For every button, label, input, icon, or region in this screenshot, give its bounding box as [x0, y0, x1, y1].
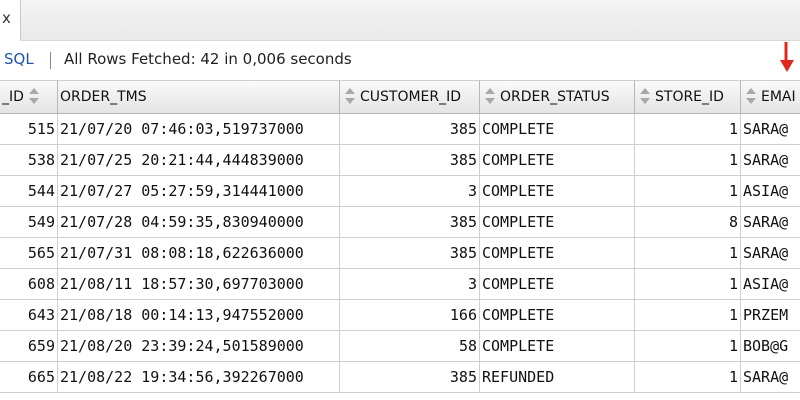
cell-customer-id[interactable]: 385	[340, 114, 480, 144]
cell-customer-id[interactable]: 58	[340, 331, 480, 361]
cell-order-tms[interactable]: 21/07/20 07:46:03,519737000	[58, 114, 340, 144]
table-row[interactable]: 643 21/08/18 00:14:13,947552000 166 COMPLET…	[0, 300, 800, 331]
sort-arrows-icon[interactable]	[484, 86, 496, 106]
cell-order-id[interactable]: 515	[0, 114, 58, 144]
table-row[interactable]: 608 21/08/11 18:57:30,697703000 3 COMPLETE 1…	[0, 269, 800, 300]
cell-order-status[interactable]: COMPLETE	[480, 207, 635, 237]
cell-store-id[interactable]: 1	[635, 176, 741, 206]
editor-tab[interactable]: x	[0, 0, 21, 41]
table-row[interactable]: 538 21/07/25 20:21:44,444839000 385 COMPLET…	[0, 145, 800, 176]
cell-email[interactable]: SARA@	[741, 207, 800, 237]
cell-customer-id[interactable]: 3	[340, 176, 480, 206]
table-row[interactable]: 565 21/07/31 08:08:18,622636000 385 COMPLET…	[0, 238, 800, 269]
cell-order-tms[interactable]: 21/08/22 19:34:56,392267000	[58, 362, 340, 392]
column-header-label: ORDER_STATUS	[500, 89, 610, 105]
column-header-label: CUSTOMER_ID	[360, 89, 462, 105]
red-arrow-icon	[780, 42, 794, 72]
cell-store-id[interactable]: 1	[635, 238, 741, 268]
cell-order-id[interactable]: 544	[0, 176, 58, 206]
cell-order-tms[interactable]: 21/07/28 04:59:35,830940000	[58, 207, 340, 237]
sort-arrows-icon[interactable]	[344, 86, 356, 106]
cell-order-status[interactable]: REFUNDED	[480, 362, 635, 392]
cell-customer-id[interactable]: 385	[340, 145, 480, 175]
cell-store-id[interactable]: 1	[635, 300, 741, 330]
column-header-store-id[interactable]: STORE_ID	[635, 80, 741, 114]
cell-order-id[interactable]: 665	[0, 362, 58, 392]
cell-email[interactable]: ASIA@	[741, 176, 800, 206]
column-header-label: ORDER_TMS	[60, 89, 147, 105]
cell-order-id[interactable]: 538	[0, 145, 58, 175]
cell-order-status[interactable]: COMPLETE	[480, 331, 635, 361]
cell-order-tms[interactable]: 21/07/25 20:21:44,444839000	[58, 145, 340, 175]
cell-order-id[interactable]: 565	[0, 238, 58, 268]
cell-order-tms[interactable]: 21/08/11 18:57:30,697703000	[58, 269, 340, 299]
cell-customer-id[interactable]: 166	[340, 300, 480, 330]
cell-customer-id[interactable]: 3	[340, 269, 480, 299]
cell-email[interactable]: SARA@	[741, 145, 800, 175]
cell-order-tms[interactable]: 21/07/27 05:27:59,314441000	[58, 176, 340, 206]
results-toolbar: SQL All Rows Fetched: 42 in 0,006 second…	[0, 41, 800, 79]
column-header-label: STORE_ID	[655, 89, 724, 105]
table-row[interactable]: 665 21/08/22 19:34:56,392267000 385 REFUNDE…	[0, 362, 800, 393]
cell-customer-id[interactable]: 385	[340, 362, 480, 392]
cell-customer-id[interactable]: 385	[340, 207, 480, 237]
cell-order-tms[interactable]: 21/07/31 08:08:18,622636000	[58, 238, 340, 268]
table-row[interactable]: 659 21/08/20 23:39:24,501589000 58 COMPLETE…	[0, 331, 800, 362]
cell-store-id[interactable]: 1	[635, 362, 741, 392]
cell-order-tms[interactable]: 21/08/18 00:14:13,947552000	[58, 300, 340, 330]
column-header-label: _ID	[2, 89, 24, 105]
cell-store-id[interactable]: 1	[635, 114, 741, 144]
cell-email[interactable]: SARA@	[741, 362, 800, 392]
cell-store-id[interactable]: 1	[635, 269, 741, 299]
cell-order-status[interactable]: COMPLETE	[480, 300, 635, 330]
column-header-label: EMAI	[761, 89, 796, 105]
results-grid: _ID ORDER_TMS CUSTOMER_ID ORDER_STATUS S…	[0, 80, 800, 400]
sort-arrows-icon[interactable]	[745, 86, 757, 106]
column-header-email[interactable]: EMAI	[741, 80, 800, 114]
sort-arrows-icon[interactable]	[639, 86, 651, 106]
cell-order-tms[interactable]: 21/08/20 23:39:24,501589000	[58, 331, 340, 361]
fetch-status-text: All Rows Fetched: 42 in 0,006 seconds	[64, 50, 352, 68]
column-header-order-tms[interactable]: ORDER_TMS	[58, 80, 340, 114]
cell-customer-id[interactable]: 385	[340, 238, 480, 268]
close-tab-icon[interactable]: x	[2, 9, 11, 27]
column-header-order-status[interactable]: ORDER_STATUS	[480, 80, 635, 114]
cell-email[interactable]: ASIA@	[741, 269, 800, 299]
cell-order-status[interactable]: COMPLETE	[480, 269, 635, 299]
sql-link[interactable]: SQL	[4, 50, 34, 68]
column-header-order-id[interactable]: _ID	[0, 80, 58, 114]
editor-tab-bar: x	[0, 0, 800, 41]
cell-store-id[interactable]: 8	[635, 207, 741, 237]
cell-order-id[interactable]: 549	[0, 207, 58, 237]
cell-order-status[interactable]: COMPLETE	[480, 145, 635, 175]
cell-store-id[interactable]: 1	[635, 145, 741, 175]
cell-email[interactable]: BOB@G	[741, 331, 800, 361]
cell-order-id[interactable]: 643	[0, 300, 58, 330]
table-row[interactable]: 515 21/07/20 07:46:03,519737000 385 COMPLET…	[0, 114, 800, 145]
table-row[interactable]: 544 21/07/27 05:27:59,314441000 3 COMPLETE 1…	[0, 176, 800, 207]
cell-order-id[interactable]: 659	[0, 331, 58, 361]
table-row[interactable]: 549 21/07/28 04:59:35,830940000 385 COMPLET…	[0, 207, 800, 238]
cell-order-status[interactable]: COMPLETE	[480, 176, 635, 206]
cell-email[interactable]: SARA@	[741, 238, 800, 268]
cell-store-id[interactable]: 1	[635, 331, 741, 361]
toolbar-divider	[50, 52, 51, 69]
cell-order-status[interactable]: COMPLETE	[480, 114, 635, 144]
cell-order-status[interactable]: COMPLETE	[480, 238, 635, 268]
cell-email[interactable]: SARA@	[741, 114, 800, 144]
cell-email[interactable]: PRZEM	[741, 300, 800, 330]
cell-order-id[interactable]: 608	[0, 269, 58, 299]
sort-arrows-icon[interactable]	[28, 86, 40, 106]
column-header-customer-id[interactable]: CUSTOMER_ID	[340, 80, 480, 114]
